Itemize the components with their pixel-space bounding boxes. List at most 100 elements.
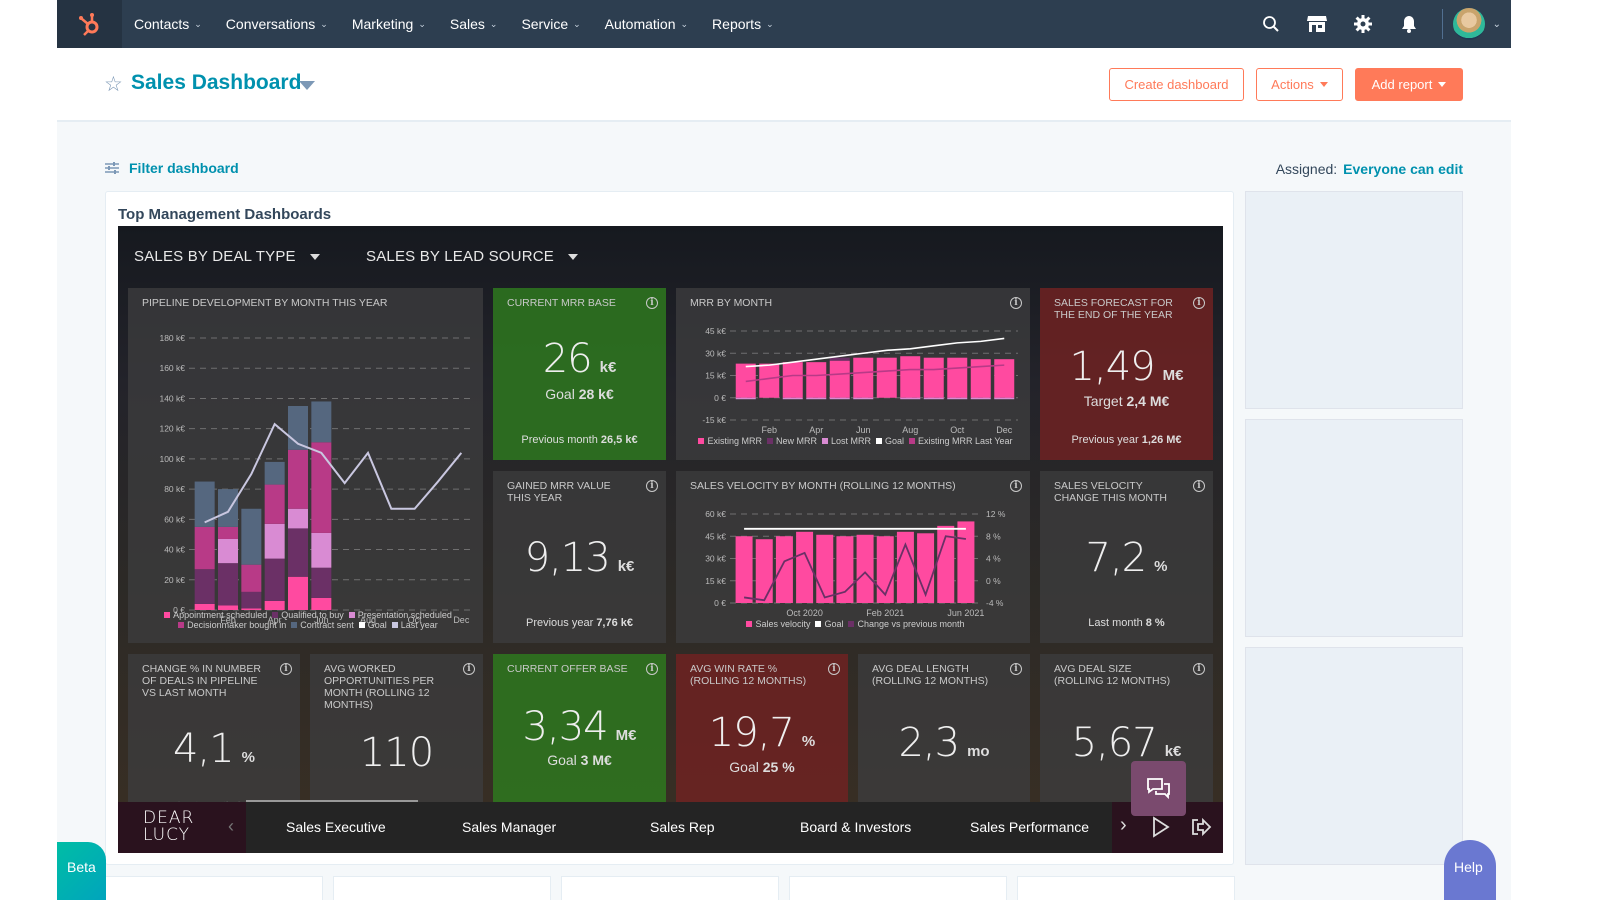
nav-item-sales[interactable]: Sales ⌄: [450, 16, 498, 32]
nav-item-contacts[interactable]: Contacts ⌄: [134, 16, 202, 32]
bar-segment: [218, 526, 238, 539]
sales-velocity-change-tile[interactable]: SALES VELOCITY CHANGE THIS MONTH i 7,2% …: [1040, 471, 1213, 643]
deals-change-tile[interactable]: CHANGE % IN NUMBER OF DEALS IN PIPELINE …: [128, 654, 300, 814]
tile-title: SALES VELOCITY CHANGE THIS MONTH: [1054, 480, 1167, 504]
pipeline-development-chart-tile[interactable]: PIPELINE DEVELOPMENT BY MONTH THIS YEAR …: [128, 288, 483, 643]
gained-mrr-tile[interactable]: GAINED MRR VALUE THIS YEAR i 9,13 k€ Prev…: [493, 471, 666, 643]
marketplace-icon[interactable]: [1294, 0, 1340, 48]
hubspot-logo[interactable]: [57, 0, 122, 48]
bar-segment: [241, 564, 262, 592]
sales-by-lead-source-dropdown[interactable]: SALES BY LEAD SOURCE: [366, 248, 578, 265]
worked-opportunities-tile[interactable]: AVG WORKED OPPORTUNITIES PER MONTH (ROLL…: [310, 654, 483, 814]
create-dashboard-button[interactable]: Create dashboard: [1109, 68, 1244, 101]
chevron-down-icon: ⌄: [680, 18, 689, 29]
legend-item[interactable]: Appointment scheduled: [159, 610, 267, 620]
caret-down-icon: [567, 253, 578, 260]
dearlucy-embedded-dashboard: SALES BY DEAL TYPE SALES BY LEAD SOURCE …: [118, 226, 1223, 853]
legend-item[interactable]: Change vs previous month: [843, 619, 965, 629]
tab-board-investors[interactable]: Board & Investors: [800, 819, 911, 835]
legend-item[interactable]: Existing MRR: [693, 436, 762, 446]
tab-sales-performance[interactable]: Sales Performance: [970, 819, 1089, 835]
sales-velocity-chart-tile[interactable]: SALES VELOCITY BY MONTH (ROLLING 12 MONT…: [676, 471, 1030, 643]
nav-item-marketing[interactable]: Marketing ⌄: [352, 16, 426, 32]
notifications-icon[interactable]: [1386, 0, 1432, 48]
legend-item[interactable]: Last year: [387, 620, 438, 630]
legend-label: Appointment scheduled: [173, 610, 268, 620]
sales-forecast-tile[interactable]: SALES FORECAST FOR THE END OF THE YEAR i…: [1040, 288, 1213, 460]
comments-chat-button[interactable]: [1131, 761, 1186, 816]
help-button[interactable]: Help: [1444, 840, 1496, 900]
nav-item-conversations[interactable]: Conversations ⌄: [226, 16, 328, 32]
nav-item-automation[interactable]: Automation ⌄: [605, 16, 688, 32]
legend-item[interactable]: Presentation scheduled: [344, 610, 452, 620]
account-chevron-down-icon[interactable]: ⌄: [1493, 19, 1501, 30]
add-report-button[interactable]: Add report: [1355, 68, 1463, 101]
dashboard-switcher-caret-icon[interactable]: [299, 81, 315, 90]
legend-item[interactable]: Goal: [810, 619, 843, 629]
legend-label: Contract sent: [300, 620, 354, 630]
nav-item-reports[interactable]: Reports ⌄: [712, 16, 774, 32]
info-icon[interactable]: i: [463, 663, 475, 675]
dashboard-header: ☆ Sales Dashboard Create dashboard Actio…: [57, 48, 1511, 122]
kpi-value: 26 k€: [493, 336, 666, 382]
y-tick-label: 80 k€: [164, 484, 185, 494]
kpi-value: 2,3 mo: [858, 720, 1030, 766]
legend-item[interactable]: Existing MRR Last Year: [904, 436, 1013, 446]
info-icon[interactable]: i: [1193, 480, 1205, 492]
assigned-label: Assigned:: [1275, 161, 1338, 177]
top-nav: Contacts ⌄ Conversations ⌄ Marketing ⌄ Sales ⌄ S…: [57, 0, 1511, 48]
filter-dashboard-link[interactable]: Filter dashboard: [105, 160, 239, 176]
share-export-icon[interactable]: [1190, 817, 1212, 842]
legend-item[interactable]: Qualified to buy: [267, 610, 344, 620]
sales-by-deal-type-dropdown[interactable]: SALES BY DEAL TYPE: [134, 248, 320, 265]
assigned-permission-link[interactable]: Everyone can edit: [1343, 161, 1463, 177]
info-icon[interactable]: i: [1193, 297, 1205, 309]
tab-sales-executive[interactable]: Sales Executive: [286, 819, 386, 835]
info-icon[interactable]: i: [646, 297, 658, 309]
goal-value: 3 M€: [580, 752, 612, 768]
nav-item-service[interactable]: Service ⌄: [521, 16, 580, 32]
tabs-next-chevron-right-icon[interactable]: ›: [1120, 814, 1127, 837]
actions-button[interactable]: Actions: [1256, 68, 1343, 101]
legend-item[interactable]: Contract sent: [286, 620, 354, 630]
mrr-by-month-chart-tile[interactable]: MRR BY MONTH i -15 k€ 0 €15 k€ 30 k€ 45 k€ F…: [676, 288, 1030, 460]
legend-swatch: [358, 622, 365, 628]
play-slideshow-icon[interactable]: [1152, 816, 1170, 843]
info-icon[interactable]: i: [1193, 663, 1205, 675]
tile-title: GAINED MRR VALUE THIS YEAR: [507, 480, 611, 504]
tabs-prev-chevron-left-icon[interactable]: ‹: [228, 816, 234, 837]
y-tick-label: 0 €: [714, 393, 726, 403]
settings-icon[interactable]: [1340, 0, 1386, 48]
dashboard-tab-bar: DEAR LUCY ‹ Sales Executive Sales Manager…: [118, 800, 1223, 853]
legend-item[interactable]: New MRR: [762, 436, 817, 446]
legend-item[interactable]: Sales velocity: [741, 619, 810, 629]
info-icon[interactable]: i: [646, 480, 658, 492]
info-icon[interactable]: i: [828, 663, 840, 675]
bar-segment: [829, 357, 850, 361]
dearlucy-logo[interactable]: DEAR LUCY ‹: [118, 802, 246, 853]
deal-size-tile[interactable]: AVG DEAL SIZE (ROLLING 12 MONTHS) i 5,67…: [1040, 654, 1213, 814]
legend-item[interactable]: Decisionmaker bought in: [173, 620, 286, 630]
legend-item[interactable]: Lost MRR: [817, 436, 871, 446]
legend-swatch: [815, 621, 822, 627]
tab-sales-manager[interactable]: Sales Manager: [462, 819, 556, 835]
legend-item[interactable]: Goal: [871, 436, 904, 446]
nav-item-label: Automation: [604, 16, 676, 32]
current-offer-base-tile[interactable]: CURRENT OFFER BASE i 3,34 M€ Goal 3 M€: [493, 654, 666, 814]
kpi-unit: mo: [967, 743, 990, 760]
kpi-goal: Goal 3 M€: [493, 752, 666, 768]
info-icon[interactable]: i: [646, 663, 658, 675]
favorite-star-icon[interactable]: ☆: [104, 72, 123, 97]
user-avatar[interactable]: [1452, 8, 1485, 40]
kpi-value: 4,1%: [128, 726, 300, 772]
info-icon[interactable]: i: [280, 663, 292, 675]
tab-sales-rep[interactable]: Sales Rep: [650, 819, 715, 835]
deal-length-tile[interactable]: AVG DEAL LENGTH (ROLLING 12 MONTHS) i 2,…: [858, 654, 1030, 814]
search-icon[interactable]: [1248, 0, 1294, 48]
legend-item[interactable]: Goal: [354, 620, 387, 630]
current-mrr-base-tile[interactable]: CURRENT MRR BASE i 26 k€ Goal 28 k€ Previ…: [493, 288, 666, 460]
win-rate-tile[interactable]: AVG WIN RATE % (ROLLING 12 MONTHS) i 19,…: [676, 654, 848, 814]
kpi-number: 26: [542, 336, 593, 382]
beta-badge[interactable]: Beta: [57, 842, 106, 900]
info-icon[interactable]: i: [1010, 663, 1022, 675]
